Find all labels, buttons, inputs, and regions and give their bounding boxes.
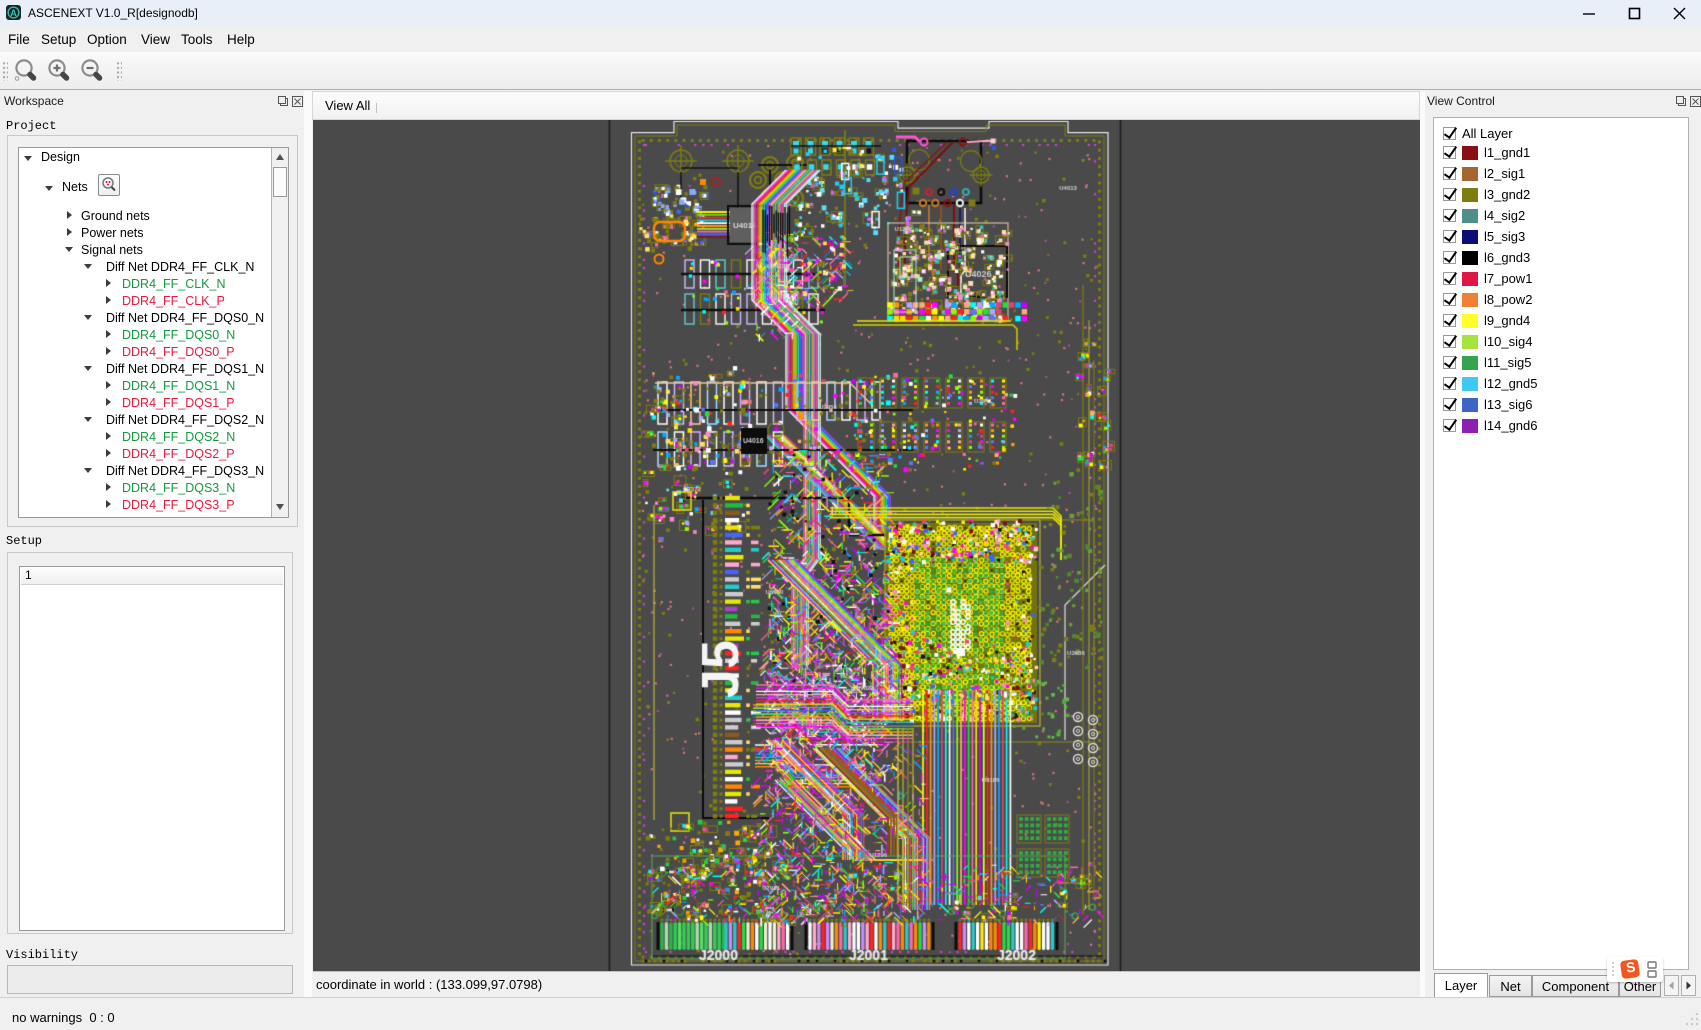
svg-text:A: A: [10, 8, 17, 18]
